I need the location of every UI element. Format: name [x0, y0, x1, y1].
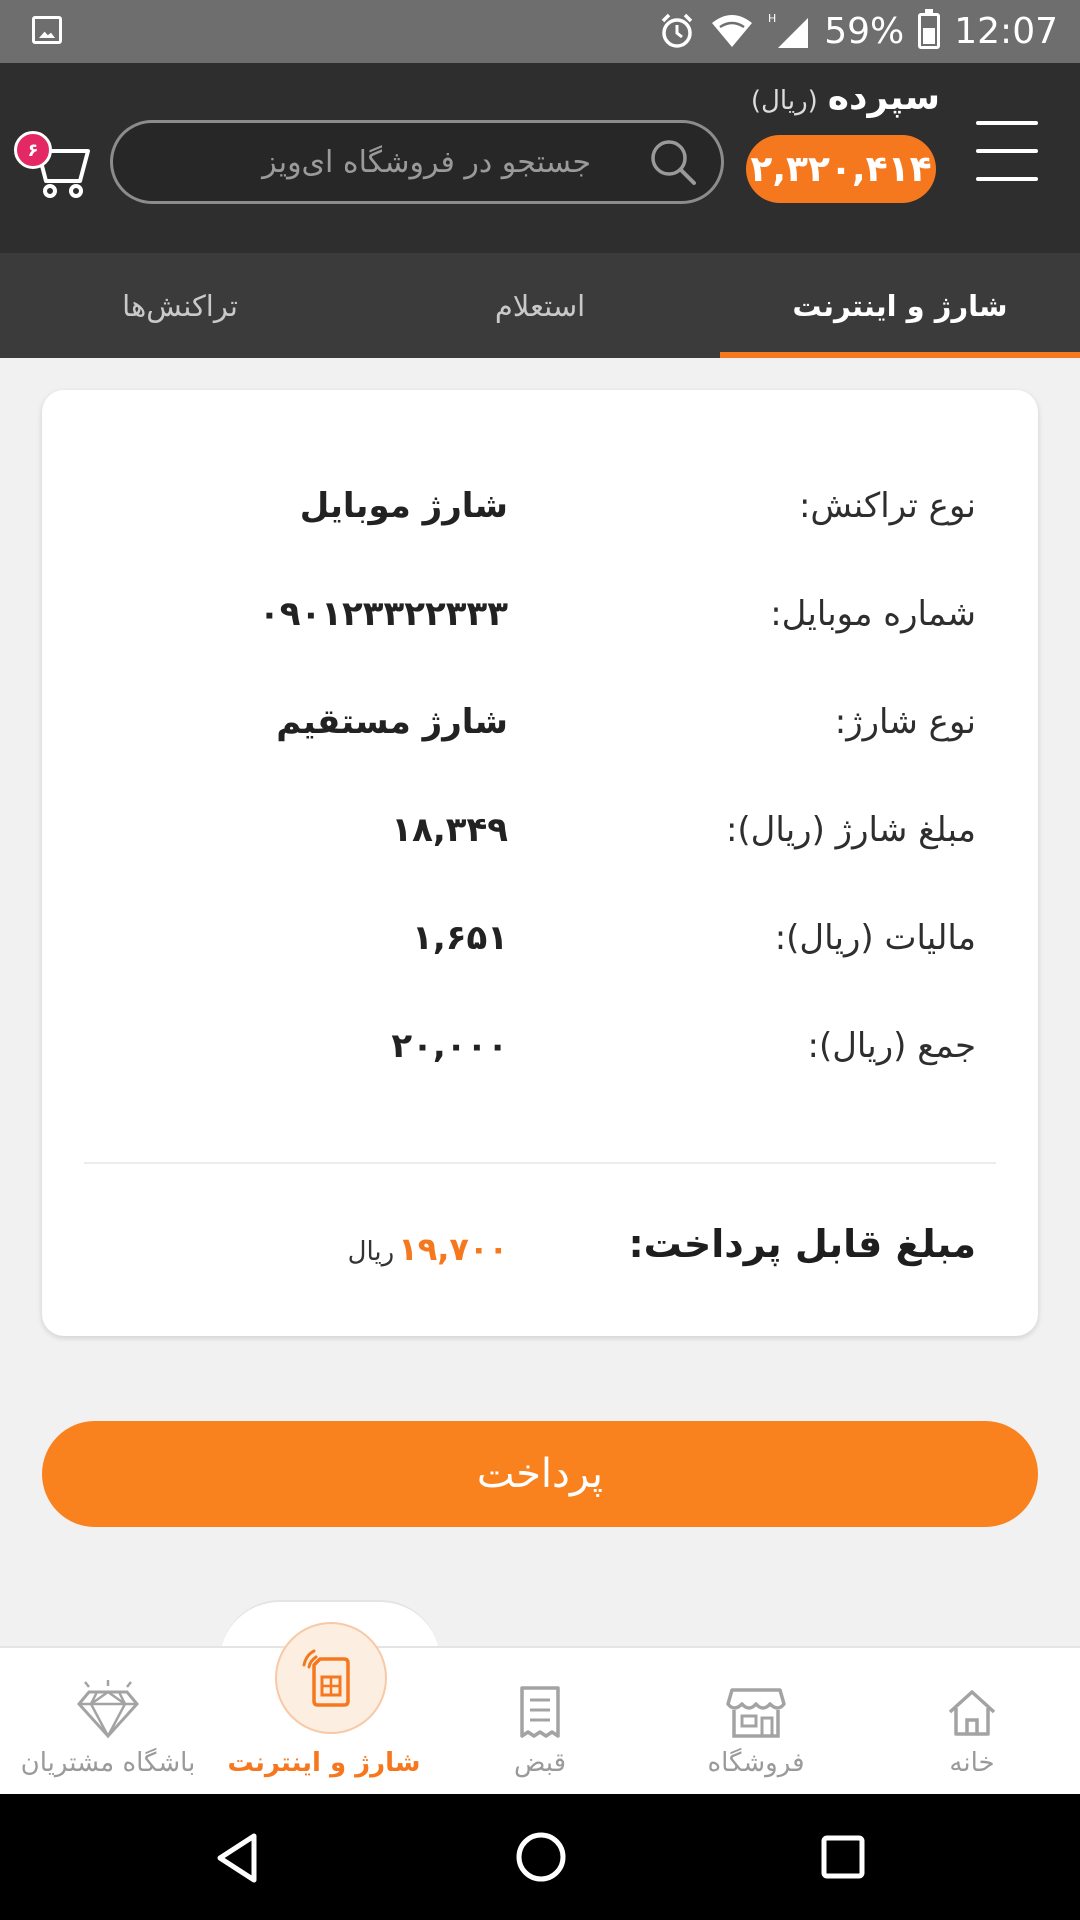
row-value: ۲۰,۰۰۰ [391, 1026, 508, 1066]
transaction-summary-card: نوع تراکنش: شارژ موبایل شماره موبایل: ۰۹… [42, 390, 1038, 1336]
search-icon [651, 140, 696, 185]
search-input[interactable]: جستجو در فروشگاه ای‌ویز [110, 120, 724, 204]
nav-label: شارژ و اینترنت [227, 1748, 421, 1778]
diamond-icon [77, 1680, 139, 1739]
back-icon[interactable] [214, 1832, 260, 1884]
row-label: مبلغ شارژ (ریال): [725, 810, 976, 850]
bottom-nav: خانه فروشگاه قبض شارژ و اینترنت باشگاه م… [0, 1646, 1080, 1794]
summary-row: نوع تراکنش: شارژ موبایل [42, 486, 1038, 546]
home-icon [948, 1690, 996, 1736]
app-header: سپرده (ریال) ۲,۳۲۰,۴۱۴ جستجو در فروشگاه … [0, 63, 1080, 253]
row-value: ۱,۶۵۱ [412, 918, 508, 958]
nav-label: خانه [949, 1748, 995, 1778]
row-label: شماره موبایل: [770, 594, 976, 634]
balance-unit: (ریال) [750, 86, 818, 116]
row-label: نوع شارژ: [834, 702, 976, 742]
sim-card-icon [302, 1649, 350, 1707]
summary-row: مبلغ شارژ (ریال): ۱۸,۳۴۹ [42, 810, 1038, 870]
row-value: شارژ مستقیم [276, 702, 508, 742]
nav-item-club[interactable]: باشگاه مشتریان [0, 1648, 216, 1794]
tab-inquiry[interactable]: استعلام [360, 253, 720, 358]
balance-value[interactable]: ۲,۳۲۰,۴۱۴ [746, 135, 936, 203]
payable-row: مبلغ قابل پرداخت: ۱۹,۷۰۰ریال [42, 1222, 1038, 1292]
row-value: ۱۸,۳۴۹ [391, 810, 508, 850]
nav-label: باشگاه مشتریان [20, 1748, 196, 1778]
payable-value: ۱۹,۷۰۰ [398, 1230, 508, 1268]
pay-button[interactable]: پرداخت [42, 1421, 1038, 1527]
nav-item-home[interactable]: خانه [864, 1648, 1080, 1794]
status-indicators: H 59% 12:07 [658, 8, 1058, 54]
hamburger-menu-icon[interactable] [976, 121, 1038, 185]
status-bar: H 59% 12:07 [0, 0, 1080, 63]
top-tabs: شارژ و اینترنت استعلام تراکنش‌ها [0, 253, 1080, 358]
svg-text:H: H [768, 12, 776, 25]
summary-row: جمع (ریال): ۲۰,۰۰۰ [42, 1026, 1038, 1086]
battery-icon [918, 9, 941, 49]
clock: 12:07 [954, 10, 1058, 52]
summary-row: مالیات (ریال): ۱,۶۵۱ [42, 918, 1038, 978]
row-label: نوع تراکنش: [798, 486, 976, 526]
cart-badge: ۶ [14, 131, 52, 169]
nav-label: فروشگاه [707, 1748, 805, 1778]
battery-percent: 59% [824, 10, 905, 52]
balance-title: سپرده [827, 77, 940, 118]
recents-icon[interactable] [820, 1834, 866, 1880]
wifi-icon [712, 15, 753, 47]
payable-label: مبلغ قابل پرداخت: [628, 1222, 976, 1266]
active-nav-circle[interactable] [275, 1622, 387, 1734]
nav-item-store[interactable]: فروشگاه [648, 1648, 864, 1794]
summary-row: نوع شارژ: شارژ مستقیم [42, 702, 1038, 762]
android-nav-bar [0, 1794, 1080, 1920]
alarm-icon [661, 13, 693, 48]
tab-charge-internet[interactable]: شارژ و اینترنت [720, 253, 1080, 358]
divider [84, 1162, 996, 1164]
tab-transactions[interactable]: تراکنش‌ها [0, 253, 360, 358]
balance-label: سپرده (ریال) [751, 77, 940, 118]
signal-icon: H [768, 12, 809, 48]
row-value: شارژ موبایل [299, 486, 508, 526]
payable-unit: ریال [347, 1237, 395, 1267]
nav-label: قبض [513, 1748, 567, 1778]
row-label: جمع (ریال): [807, 1026, 976, 1066]
receipt-icon [520, 1686, 560, 1738]
payable-amount: ۱۹,۷۰۰ریال [348, 1230, 508, 1268]
row-label: مالیات (ریال): [774, 918, 976, 958]
home-circle-icon[interactable] [515, 1831, 567, 1883]
gallery-notification-icon [32, 16, 62, 44]
row-value: ۰۹۰۱۲۳۳۲۲۳۳۳ [258, 594, 508, 634]
nav-item-bill[interactable]: قبض [432, 1648, 648, 1794]
summary-row: شماره موبایل: ۰۹۰۱۲۳۳۲۲۳۳۳ [42, 594, 1038, 654]
search-placeholder: جستجو در فروشگاه ای‌ویز [262, 144, 591, 180]
store-icon [726, 1688, 786, 1738]
